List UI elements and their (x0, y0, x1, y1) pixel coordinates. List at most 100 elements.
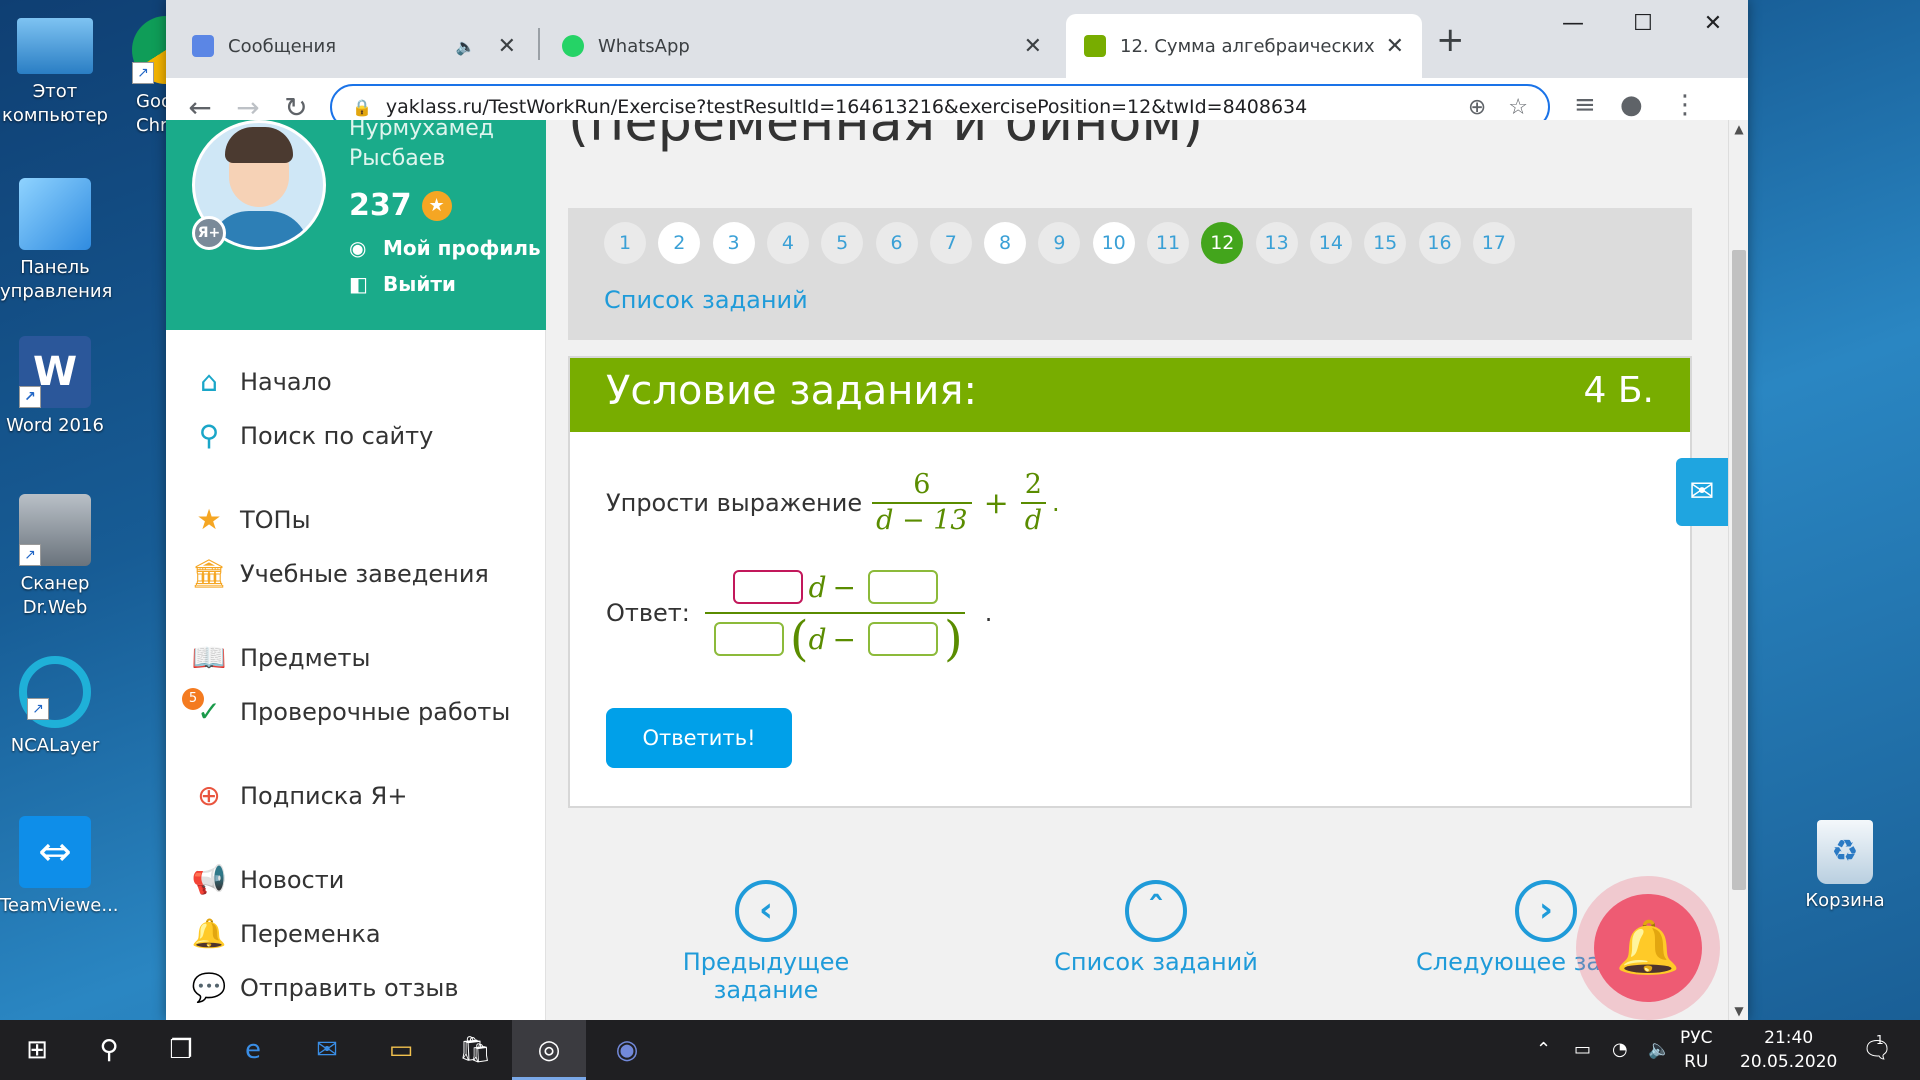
bookmark-star-icon[interactable]: ☆ (1508, 95, 1528, 120)
speaker-muted-icon[interactable]: 🔈 (456, 37, 476, 56)
menu-item-tests[interactable]: ✓ 5 Проверочные работы (182, 688, 510, 732)
mail-app-icon[interactable]: ✉ (290, 1020, 364, 1080)
question-number-12[interactable]: 12 (1201, 222, 1244, 264)
teamviewer-icon: ⇔ (19, 816, 91, 888)
store-icon[interactable]: 🛍 (438, 1020, 512, 1080)
computer-icon (17, 18, 93, 74)
menu-item-search[interactable]: ⚲ Поиск по сайту (190, 416, 434, 456)
desktop-icon-drweb[interactable]: ↗ Сканер Dr.Web (0, 494, 110, 620)
volume-icon[interactable]: 🔈 (1648, 1020, 1670, 1080)
question-number-9[interactable]: 9 (1038, 222, 1081, 264)
task-list-bottom-link[interactable]: ˆ Список заданий (1026, 880, 1286, 976)
media-control-icon[interactable]: ≡ (1574, 90, 1596, 120)
drweb-scanner-icon: ↗ (19, 494, 91, 566)
menu-item-tops[interactable]: ★ ТОПы (190, 500, 310, 540)
question-number-8[interactable]: 8 (984, 222, 1027, 264)
chrome-taskbar-icon[interactable]: ◎ (512, 1020, 586, 1080)
desktop-icon-control-panel[interactable]: Панель управления (0, 178, 112, 304)
action-center-icon[interactable]: 🗨 1 (1862, 1020, 1892, 1080)
tests-count-badge: 5 (182, 688, 204, 710)
tab-yaklass[interactable]: 12. Сумма алгебраических дроб ✕ (1066, 14, 1422, 78)
add-icon[interactable]: ⊕ (1468, 95, 1486, 120)
tray-chevron-up-icon[interactable]: ⌃ (1536, 1020, 1551, 1080)
denominator-constant-input[interactable] (868, 622, 938, 656)
shortcut-arrow-icon: ↗ (27, 698, 49, 720)
task-list-link[interactable]: Список заданий (604, 286, 808, 314)
word-icon: W ↗ (19, 336, 91, 408)
star-icon: ★ (421, 190, 452, 221)
desktop-icon-teamviewer[interactable]: ⇔ TeamViewe... (0, 816, 119, 918)
input-language[interactable]: РУС RU (1680, 1026, 1712, 1074)
menu-item-schools[interactable]: 🏛 Учебные заведения (190, 554, 489, 594)
desktop-icon-word[interactable]: W ↗ Word 2016 (0, 336, 110, 438)
tab-whatsapp[interactable]: WhatsApp ✕ (544, 14, 1060, 78)
submit-answer-button[interactable]: Ответить! (606, 708, 792, 768)
question-number-10[interactable]: 10 (1092, 222, 1135, 264)
question-number-14[interactable]: 14 (1309, 222, 1352, 264)
notification-bell-button[interactable]: 🔔 (1576, 876, 1720, 1020)
desktop-icon-chrome[interactable]: ↗ Goo Chro (112, 10, 172, 138)
menu-item-break[interactable]: 🔔 Переменка (190, 914, 381, 954)
question-number-2[interactable]: 2 (658, 222, 701, 264)
menu-item-subjects[interactable]: 📖 Предметы (190, 638, 371, 678)
profile-avatar-icon[interactable]: ● (1620, 90, 1643, 120)
scroll-down-icon[interactable]: ▼ (1729, 1004, 1748, 1018)
question-number-3[interactable]: 3 (712, 222, 755, 264)
page-title: (переменная и бином) (568, 120, 1204, 153)
menu-item-feedback[interactable]: 💬 Отправить отзыв (190, 968, 459, 1008)
desktop-icon-recycle-bin[interactable]: ♻ Корзина (1790, 820, 1900, 911)
close-tab-icon[interactable]: ✕ (1024, 34, 1042, 59)
scroll-up-icon[interactable]: ▲ (1729, 122, 1748, 136)
logout-door-icon: ◧ (349, 272, 368, 296)
denominator-coefficient-input[interactable] (713, 622, 784, 656)
question-number-13[interactable]: 13 (1255, 222, 1298, 264)
question-number-15[interactable]: 15 (1364, 222, 1407, 264)
tab-messages[interactable]: Сообщения 🔈 ✕ (174, 14, 534, 78)
ncalayer-icon: ↗ (19, 656, 91, 728)
close-tab-icon[interactable]: ✕ (1386, 34, 1404, 59)
start-button[interactable]: ⊞ (0, 1020, 74, 1080)
menu-item-home[interactable]: ⌂ Начало (190, 362, 332, 402)
mail-icon[interactable]: ✉ (1676, 458, 1728, 526)
question-number-11[interactable]: 11 (1147, 222, 1189, 264)
kebab-menu-icon[interactable]: ⋮ (1672, 90, 1698, 120)
question-number-1[interactable]: 1 (604, 222, 646, 264)
page-scrollbar[interactable]: ▲ ▼ (1728, 120, 1748, 1020)
desktop-icon-this-pc[interactable]: Этот компьютер (0, 10, 110, 128)
search-icon[interactable]: ⚲ (72, 1020, 146, 1080)
question-number-16[interactable]: 16 (1418, 222, 1461, 264)
wifi-icon[interactable]: ◔ (1612, 1020, 1628, 1080)
new-tab-button[interactable]: + (1436, 20, 1465, 60)
check-circle-icon: ✓ 5 (182, 688, 228, 730)
menu-item-news[interactable]: 📢 Новости (190, 860, 345, 900)
task-card: Условие задания: 4 Б. Упрости выражение … (568, 356, 1692, 808)
edge-icon[interactable]: e (216, 1020, 290, 1080)
maximize-button[interactable]: ☐ (1608, 4, 1678, 44)
answer-fraction: d − ( d − ) (698, 562, 973, 664)
desktop-icon-ncalayer[interactable]: ↗ NCALayer (0, 656, 110, 758)
question-number-4[interactable]: 4 (766, 222, 809, 264)
close-window-button[interactable]: ✕ (1678, 4, 1748, 44)
battery-icon[interactable]: ▭ (1574, 1020, 1591, 1080)
logout-link[interactable]: ◧ Выйти (349, 272, 456, 296)
question-number-5[interactable]: 5 (821, 222, 864, 264)
system-clock[interactable]: 21:40 20.05.2020 (1740, 1026, 1837, 1074)
numerator-constant-input[interactable] (868, 570, 938, 604)
file-explorer-icon[interactable]: ▭ (364, 1020, 438, 1080)
discord-icon[interactable]: ◉ (590, 1020, 664, 1080)
close-tab-icon[interactable]: ✕ (498, 34, 516, 59)
numerator-coefficient-input[interactable] (732, 570, 803, 604)
scrollbar-thumb[interactable] (1732, 250, 1746, 890)
task-view-icon[interactable]: ❐ (144, 1020, 218, 1080)
chevron-left-icon: ‹ (735, 880, 797, 942)
question-number-7[interactable]: 7 (929, 222, 972, 264)
book-icon: 📖 (191, 641, 227, 674)
question-number-17[interactable]: 17 (1472, 222, 1515, 264)
bell-icon: 🔔 (1594, 894, 1702, 1002)
minimize-button[interactable]: — (1538, 4, 1608, 44)
menu-item-subscription[interactable]: ⊕ Подписка Я+ (190, 776, 407, 816)
my-profile-link[interactable]: ◉ Мой профиль (349, 236, 541, 260)
browser-window: Сообщения 🔈 ✕ WhatsApp ✕ 12. Сумма алгеб… (166, 0, 1748, 1020)
prev-task-link[interactable]: ‹ Предыдущее задание (636, 880, 896, 1004)
question-number-6[interactable]: 6 (875, 222, 918, 264)
